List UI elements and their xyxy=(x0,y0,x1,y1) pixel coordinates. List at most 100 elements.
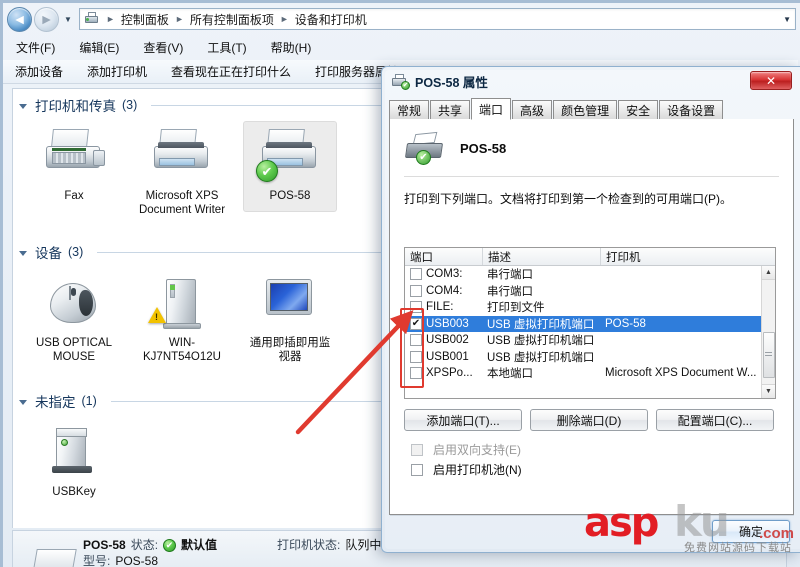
breadcrumb-separator: ► xyxy=(106,14,115,24)
column-header-description[interactable]: 描述 xyxy=(483,248,601,265)
device-tile-usb-mouse[interactable]: USB OPTICAL MOUSE xyxy=(27,268,121,373)
printer-icon xyxy=(84,12,100,26)
column-header-printer[interactable]: 打印机 xyxy=(601,248,775,265)
tab-ports[interactable]: 端口 xyxy=(471,98,512,120)
tab-device-settings[interactable]: 设备设置 xyxy=(659,100,724,119)
row-checkbox-checked[interactable]: ✔ xyxy=(410,317,422,330)
forward-arrow-icon[interactable]: ► xyxy=(34,6,59,32)
back-arrow-icon[interactable]: ◄ xyxy=(7,6,32,32)
tab-general[interactable]: 常规 xyxy=(389,100,430,119)
add-port-button[interactable]: 添加端口(T)... xyxy=(404,409,522,431)
ports-list-body: COM3: 串行端口 COM4: 串行端口 FILE: 打印到文件 ✔ USB0… xyxy=(405,266,775,398)
usb-key-icon xyxy=(42,424,106,480)
table-row[interactable]: USB001 USB 虚拟打印机端口 xyxy=(405,349,775,366)
device-label: Fax xyxy=(64,190,84,202)
add-device-button[interactable]: 添加设备 xyxy=(15,63,63,80)
row-checkbox[interactable] xyxy=(410,350,422,363)
tab-sharing[interactable]: 共享 xyxy=(430,100,471,119)
close-icon[interactable]: ✕ xyxy=(750,71,792,90)
dialog-title-bar[interactable]: ✔ POS-58 属性 xyxy=(382,67,800,95)
row-checkbox[interactable] xyxy=(410,284,422,297)
cell-description: 打印到文件 xyxy=(487,302,545,315)
row-checkbox[interactable] xyxy=(410,268,422,281)
cell-description: 串行端口 xyxy=(487,269,533,282)
row-checkbox[interactable] xyxy=(410,367,422,380)
breadcrumb-item-0[interactable]: 控制面板 xyxy=(121,11,169,28)
group-name: 未指定 xyxy=(35,395,76,410)
table-row[interactable]: COM4: 串行端口 xyxy=(405,283,775,300)
delete-port-button[interactable]: 删除端口(D) xyxy=(530,409,648,431)
device-tile-monitor[interactable]: 通用即插即用监视器 xyxy=(243,268,337,373)
device-tile-computer[interactable]: WIN-KJ7NT54O12U xyxy=(135,268,229,373)
configure-port-button[interactable]: 配置端口(C)... xyxy=(656,409,774,431)
tab-advanced[interactable]: 高级 xyxy=(512,100,553,119)
computer-tower-icon xyxy=(148,275,214,331)
menu-tools[interactable]: 工具(T) xyxy=(204,38,249,57)
dialog-printer-header: ✔ POS-58 xyxy=(390,119,793,165)
menu-bar: 文件(F) 编辑(E) 查看(V) 工具(T) 帮助(H) xyxy=(3,36,798,58)
address-bar: ◄ ► ▼ ► 控制面板 ► 所有控制面板项 ► 设备和打印机 ▼ xyxy=(3,4,798,34)
menu-file[interactable]: 文件(F) xyxy=(13,38,58,57)
device-tile-xps-writer[interactable]: Microsoft XPS Document Writer xyxy=(135,121,229,226)
tab-security[interactable]: 安全 xyxy=(618,100,659,119)
chevron-down-icon[interactable]: ▼ xyxy=(61,7,75,32)
table-row[interactable]: XPSPo... 本地端口 Microsoft XPS Document W..… xyxy=(405,365,775,382)
ok-button[interactable]: 确定 xyxy=(712,520,790,543)
table-row[interactable]: USB002 USB 虚拟打印机端口 xyxy=(405,332,775,349)
ports-list[interactable]: 端口 描述 打印机 COM3: 串行端口 COM4: 串行端口 FILE: 打印… xyxy=(404,247,776,399)
table-row-selected[interactable]: ✔ USB003 USB 虚拟打印机端口 POS-58 xyxy=(405,315,775,332)
cell-printer: POS-58 xyxy=(605,317,646,330)
scroll-down-icon[interactable]: ▼ xyxy=(761,384,775,398)
printer-pool-checkbox[interactable] xyxy=(411,463,423,476)
cell-description: USB 虚拟打印机端口 xyxy=(487,351,595,364)
cell-port: FILE: xyxy=(426,301,454,314)
fax-printer-icon xyxy=(42,128,106,184)
scrollbar-thumb[interactable] xyxy=(762,332,775,378)
row-checkbox[interactable] xyxy=(410,334,422,347)
details-printer-state-value: 队列中 xyxy=(345,538,382,552)
details-printer-icon xyxy=(13,537,83,567)
scroll-up-icon[interactable]: ▲ xyxy=(761,266,775,280)
ports-list-scrollbar[interactable]: ▲ ▼ xyxy=(761,266,775,398)
dialog-footer-divider xyxy=(390,515,794,516)
cell-port: USB002 xyxy=(426,334,469,347)
tab-color-management[interactable]: 颜色管理 xyxy=(553,100,618,119)
breadcrumb-item-1[interactable]: 所有控制面板项 xyxy=(190,11,274,28)
group-count: (3) xyxy=(68,245,84,259)
enable-printer-pool-row[interactable]: 启用打印机池(N) xyxy=(406,461,522,478)
table-row[interactable]: FILE: 打印到文件 xyxy=(405,299,775,316)
address-dropdown-icon[interactable]: ▼ xyxy=(779,15,791,24)
column-header-port[interactable]: 端口 xyxy=(405,248,483,265)
group-name: 设备 xyxy=(35,246,62,261)
dialog-title: POS-58 属性 xyxy=(415,75,488,90)
details-text: POS-58 状态: ✔ 默认值 型号: POS-58 xyxy=(83,537,217,567)
dialog-footer-buttons: 确定 xyxy=(712,520,790,543)
menu-help[interactable]: 帮助(H) xyxy=(268,38,315,57)
menu-edit[interactable]: 编辑(E) xyxy=(76,38,122,57)
cell-description: 本地端口 xyxy=(487,368,533,381)
port-buttons-row: 添加端口(T)... 删除端口(D) 配置端口(C)... xyxy=(404,409,776,431)
see-whats-printing-button[interactable]: 查看现在正在打印什么 xyxy=(171,63,291,80)
printer-icon xyxy=(150,128,214,184)
row-checkbox[interactable] xyxy=(410,301,422,314)
collapse-triangle-icon[interactable] xyxy=(19,103,27,109)
ports-tab-page: ✔ POS-58 打印到下列端口。文档将打印到第一个检查到的可用端口(P)。 端… xyxy=(389,119,794,515)
screenshot-root: ◄ ► ▼ ► 控制面板 ► 所有控制面板项 ► 设备和打印机 ▼ 文件(F) … xyxy=(0,0,800,567)
bidirectional-label: 启用双向支持(E) xyxy=(433,443,521,457)
breadcrumb-item-2[interactable]: 设备和打印机 xyxy=(295,11,367,28)
group-count: (3) xyxy=(122,98,138,112)
table-row[interactable]: COM3: 串行端口 xyxy=(405,266,775,283)
cell-port: COM3: xyxy=(426,268,463,281)
address-input[interactable]: ► 控制面板 ► 所有控制面板项 ► 设备和打印机 ▼ xyxy=(79,8,796,30)
device-tile-pos58[interactable]: ✔ POS-58 xyxy=(243,121,337,212)
add-printer-button[interactable]: 添加打印机 xyxy=(87,63,147,80)
breadcrumb-separator: ► xyxy=(279,14,289,24)
device-tile-usbkey[interactable]: USBKey xyxy=(27,417,121,508)
collapse-triangle-icon[interactable] xyxy=(19,399,27,405)
details-printer-state-label: 打印机状态: xyxy=(277,538,341,552)
menu-view[interactable]: 查看(V) xyxy=(140,38,186,57)
device-tile-fax[interactable]: Fax xyxy=(27,121,121,212)
default-printer-check-icon: ✔ xyxy=(256,160,278,182)
collapse-triangle-icon[interactable] xyxy=(19,250,27,256)
details-text-secondary: 打印机状态: 队列中 xyxy=(277,537,381,553)
